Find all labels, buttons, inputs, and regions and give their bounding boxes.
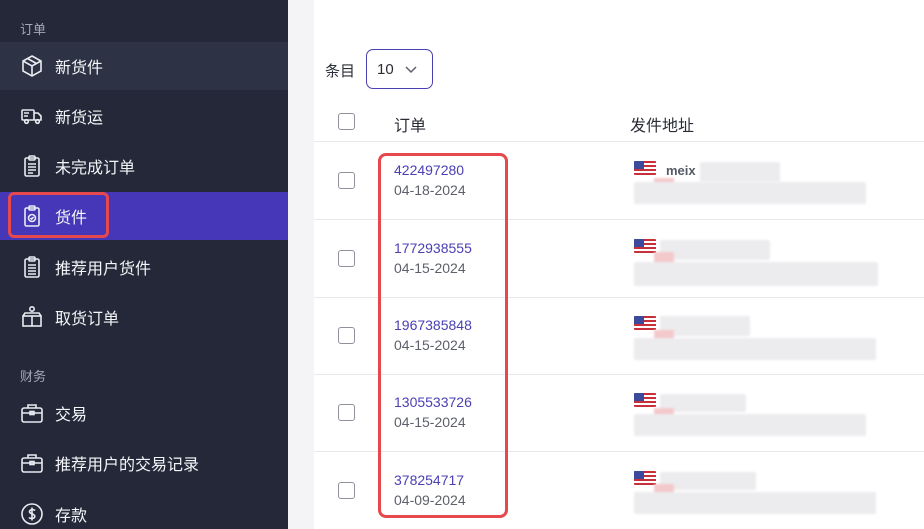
table-row xyxy=(314,142,924,220)
row-checkbox[interactable] xyxy=(338,404,355,421)
wallet-referral-icon xyxy=(19,450,45,476)
us-flag-icon xyxy=(634,393,656,407)
order-date: 04-09-2024 xyxy=(394,492,466,508)
address-text: meix xyxy=(666,163,696,178)
us-flag-icon xyxy=(634,316,656,330)
us-flag-icon xyxy=(634,471,656,485)
table-row xyxy=(314,297,924,375)
sidebar-item-label: 存款 xyxy=(55,508,88,525)
sidebar-item-label: 未完成订单 xyxy=(55,160,136,177)
truck-icon xyxy=(19,103,45,129)
section-label-orders: 订单 xyxy=(20,22,47,37)
table-row xyxy=(314,220,924,298)
row-checkbox[interactable] xyxy=(338,482,355,499)
sidebar-item-incomplete-orders[interactable]: 未完成订单 xyxy=(0,142,288,190)
sidebar-item-referral-transactions[interactable]: 推荐用户的交易记录 xyxy=(0,439,288,487)
us-flag-icon xyxy=(634,161,656,175)
pickup-box-icon xyxy=(19,304,45,330)
redacted-block xyxy=(634,182,866,204)
order-id-link[interactable]: 422497280 xyxy=(394,162,464,178)
order-id-link[interactable]: 1772938555 xyxy=(394,240,472,256)
redacted-block xyxy=(634,262,878,286)
redacted-block xyxy=(634,492,876,514)
redacted-block xyxy=(634,338,876,360)
us-flag-icon xyxy=(634,239,656,253)
redacted-block xyxy=(660,240,770,260)
sidebar-item-label: 新货件 xyxy=(55,60,104,77)
clipboard-referral-icon xyxy=(19,254,45,280)
column-header-sender-address[interactable]: 发件地址 xyxy=(630,112,694,136)
package-icon xyxy=(19,53,45,79)
sidebar-item-transactions[interactable]: 交易 xyxy=(0,389,288,437)
row-checkbox[interactable] xyxy=(338,327,355,344)
sidebar: 订单 新货件 新货运 未完成订单 货件 推荐用户货件 取货订单 财务 交易 推荐… xyxy=(0,0,288,529)
select-all-checkbox[interactable] xyxy=(338,113,355,130)
section-label-finance: 财务 xyxy=(20,369,47,384)
sidebar-item-label: 取货订单 xyxy=(55,311,120,328)
row-checkbox[interactable] xyxy=(338,250,355,267)
order-date: 04-15-2024 xyxy=(394,414,466,430)
order-id-link[interactable]: 378254717 xyxy=(394,472,464,488)
entries-label: 条目 xyxy=(325,63,356,80)
chevron-down-icon xyxy=(405,66,417,74)
sidebar-item-label: 货件 xyxy=(55,210,88,227)
sidebar-item-pickup-orders[interactable]: 取货订单 xyxy=(0,293,288,341)
wallet-icon xyxy=(19,400,45,426)
table-row xyxy=(314,374,924,452)
sidebar-item-label: 交易 xyxy=(55,407,88,424)
sidebar-item-new-shipment[interactable]: 新货件 xyxy=(0,42,288,90)
sidebar-item-referral-shipments[interactable]: 推荐用户货件 xyxy=(0,243,288,291)
redacted-block xyxy=(634,414,866,436)
redacted-block xyxy=(700,162,780,182)
sidebar-item-label: 推荐用户货件 xyxy=(55,261,152,278)
sidebar-item-new-freight[interactable]: 新货运 xyxy=(0,92,288,140)
order-date: 04-15-2024 xyxy=(394,337,466,353)
redacted-block xyxy=(660,472,756,490)
entries-value: 10 xyxy=(377,60,394,78)
clipboard-list-icon xyxy=(19,153,45,179)
order-date: 04-15-2024 xyxy=(394,260,466,276)
row-checkbox[interactable] xyxy=(338,172,355,189)
sidebar-item-shipments[interactable]: 货件 xyxy=(0,192,288,240)
order-id-link[interactable]: 1305533726 xyxy=(394,394,472,410)
clipboard-check-icon xyxy=(19,203,45,229)
order-date: 04-18-2024 xyxy=(394,182,466,198)
dollar-circle-icon xyxy=(19,501,45,527)
sidebar-item-deposit[interactable]: 存款 xyxy=(0,490,288,529)
sidebar-item-label: 推荐用户的交易记录 xyxy=(55,457,200,474)
sidebar-item-label: 新货运 xyxy=(55,110,104,127)
entries-per-page-select[interactable]: 10 xyxy=(366,49,433,89)
column-header-order[interactable]: 订单 xyxy=(394,112,426,136)
order-id-link[interactable]: 1967385848 xyxy=(394,317,472,333)
table-row xyxy=(314,452,924,529)
